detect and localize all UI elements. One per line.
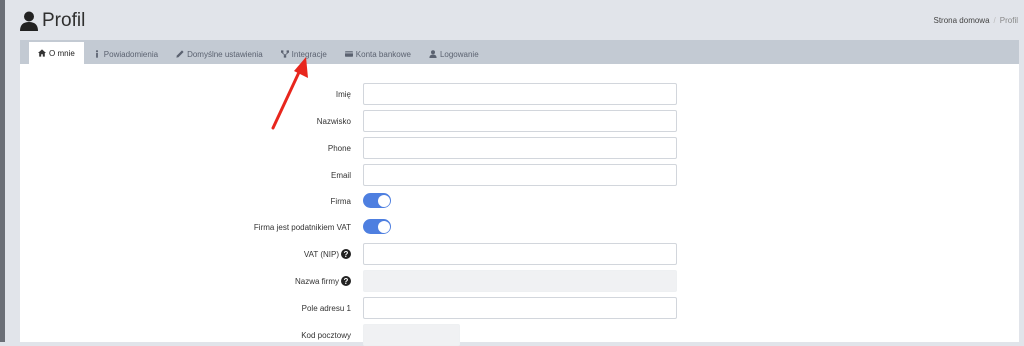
breadcrumb-current: Profil bbox=[999, 16, 1018, 25]
vat-nip-label-text: VAT (NIP) bbox=[303, 249, 339, 259]
breadcrumb: Strona domowa / Profil bbox=[934, 16, 1019, 25]
form-row-address1: Pole adresu 1 bbox=[20, 297, 1019, 319]
form-row-company-name: Nazwa firmy ? bbox=[20, 270, 1019, 292]
question-circle-icon[interactable]: ? bbox=[341, 276, 351, 286]
postal-code-input bbox=[363, 324, 460, 346]
tab-label: Logowanie bbox=[439, 49, 479, 59]
form-row-imie: Imię bbox=[20, 83, 1019, 105]
phone-input[interactable] bbox=[363, 137, 677, 159]
profile-form: Imię Nazwisko Phone Email Firma Firma je… bbox=[20, 64, 1019, 346]
firma-label: Firma bbox=[330, 196, 351, 206]
postal-code-label: Kod pocztowy bbox=[301, 330, 351, 340]
vat-payer-label: Firma jest podatnikiem VAT bbox=[253, 222, 351, 232]
pencil-icon bbox=[176, 50, 184, 58]
tab-label: Powiadomienia bbox=[103, 49, 159, 59]
nazwisko-label: Nazwisko bbox=[316, 116, 351, 126]
phone-label: Phone bbox=[327, 143, 351, 153]
tab-label: Domyślne ustawienia bbox=[187, 49, 263, 59]
nazwisko-input[interactable] bbox=[363, 110, 677, 132]
page-header: Profil bbox=[20, 8, 85, 34]
toggle-knob bbox=[377, 220, 390, 233]
info-icon bbox=[95, 50, 98, 58]
user-icon bbox=[429, 50, 437, 58]
form-row-phone: Phone bbox=[20, 137, 1019, 159]
sitemap-icon bbox=[280, 50, 289, 58]
imie-input[interactable] bbox=[363, 83, 677, 105]
svg-text:?: ? bbox=[344, 250, 349, 259]
credit-card-icon bbox=[344, 51, 353, 57]
profile-tabs: O mnie Powiadomienia Domyślne ustawienia… bbox=[20, 40, 1019, 64]
page-title: Profil bbox=[42, 10, 86, 31]
tab-label: O mnie bbox=[49, 48, 75, 58]
form-row-postal-code: Kod pocztowy bbox=[20, 324, 1019, 346]
address1-input[interactable] bbox=[363, 297, 677, 319]
app-sidebar-edge bbox=[0, 0, 5, 342]
tab-integracje[interactable]: Integracje bbox=[272, 44, 336, 64]
toggle-knob bbox=[377, 194, 390, 207]
form-row-vat-payer: Firma jest podatnikiem VAT bbox=[20, 216, 1019, 238]
company-name-label: Nazwa firmy ? bbox=[295, 270, 351, 292]
breadcrumb-home-link[interactable]: Strona domowa bbox=[934, 16, 990, 25]
tab-konta-bankowe[interactable]: Konta bankowe bbox=[336, 44, 420, 64]
company-name-label-text: Nazwa firmy bbox=[294, 276, 339, 286]
vat-nip-input[interactable] bbox=[363, 243, 677, 265]
question-circle-icon[interactable]: ? bbox=[341, 249, 351, 259]
tab-logowanie[interactable]: Logowanie bbox=[420, 44, 488, 64]
home-icon bbox=[38, 49, 46, 57]
svg-text:?: ? bbox=[344, 277, 349, 286]
address1-label: Pole adresu 1 bbox=[301, 303, 351, 313]
form-row-firma: Firma bbox=[20, 190, 1019, 212]
company-name-input bbox=[363, 270, 677, 292]
tab-label: Integracje bbox=[291, 49, 327, 59]
form-row-vat-nip: VAT (NIP) ? bbox=[20, 243, 1019, 265]
breadcrumb-separator: / bbox=[993, 16, 996, 25]
tab-domyslne-ustawienia[interactable]: Domyślne ustawienia bbox=[167, 44, 272, 64]
tab-powiadomienia[interactable]: Powiadomienia bbox=[84, 44, 167, 64]
tab-label: Konta bankowe bbox=[355, 49, 411, 59]
email-label: Email bbox=[330, 170, 351, 180]
vat-nip-label: VAT (NIP) ? bbox=[304, 243, 351, 265]
imie-label: Imię bbox=[335, 89, 351, 99]
user-icon bbox=[20, 11, 38, 31]
tab-o-mnie[interactable]: O mnie bbox=[29, 42, 84, 64]
email-input[interactable] bbox=[363, 164, 677, 186]
form-row-nazwisko: Nazwisko bbox=[20, 110, 1019, 132]
form-row-email: Email bbox=[20, 164, 1019, 186]
firma-toggle[interactable] bbox=[363, 193, 391, 208]
vat-payer-toggle[interactable] bbox=[363, 219, 391, 234]
